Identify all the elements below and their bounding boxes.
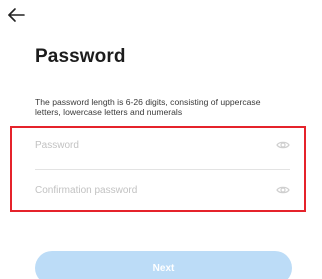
password-field xyxy=(35,134,290,156)
password-requirements-hint: The password length is 6-26 digits, cons… xyxy=(35,97,261,117)
password-screen: Password The password length is 6-26 dig… xyxy=(0,0,322,279)
back-button[interactable] xyxy=(6,6,28,24)
next-button[interactable]: Next xyxy=(35,251,292,279)
password-field-divider xyxy=(35,169,290,170)
confirm-password-field xyxy=(35,179,290,201)
eye-icon[interactable] xyxy=(276,183,290,197)
confirm-password-input[interactable] xyxy=(35,179,260,201)
page-title: Password xyxy=(35,46,126,67)
arrow-left-icon xyxy=(8,8,25,22)
password-input[interactable] xyxy=(35,134,260,156)
eye-icon[interactable] xyxy=(276,138,290,152)
